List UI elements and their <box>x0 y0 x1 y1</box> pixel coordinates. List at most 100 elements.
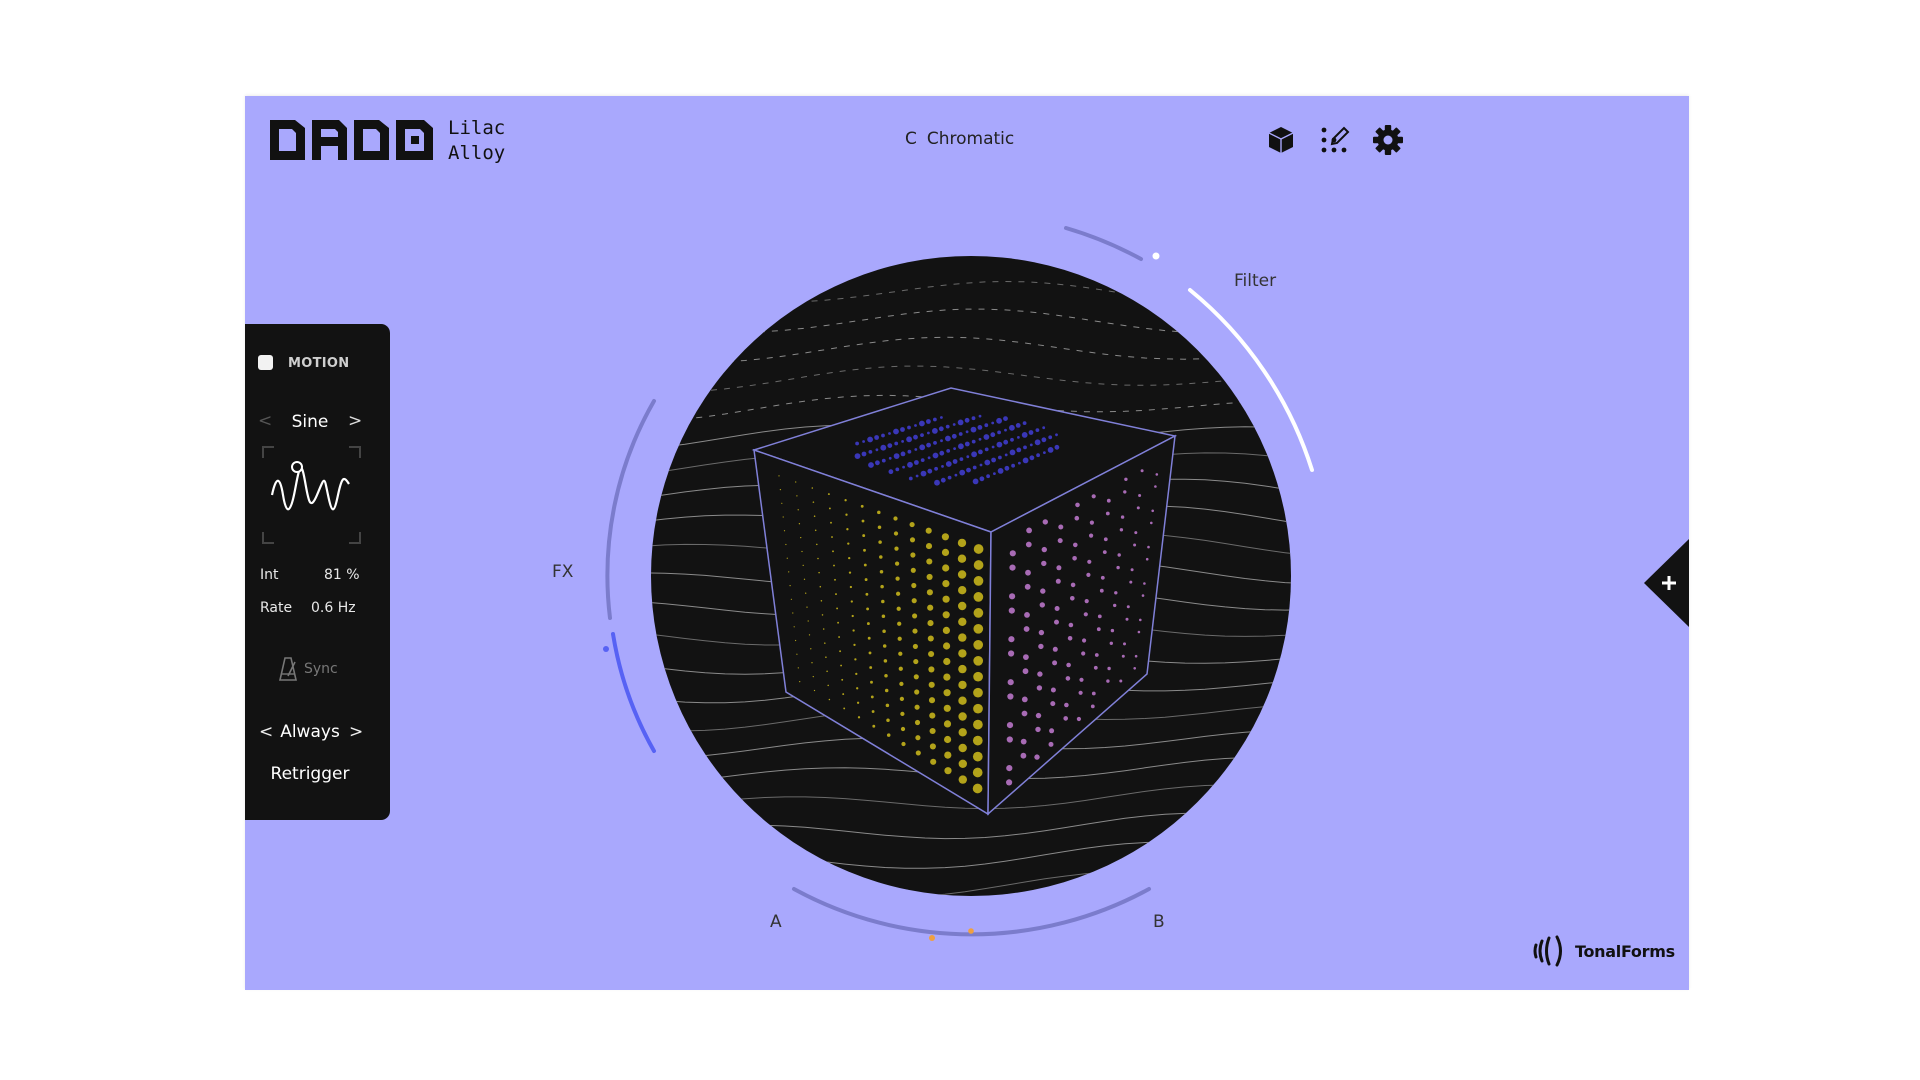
cube-dot <box>860 504 864 508</box>
cube-dot <box>957 419 964 426</box>
ab-marker[interactable] <box>968 928 974 934</box>
cube-dot <box>788 571 790 573</box>
cube-dot <box>1010 437 1014 442</box>
cube-dot <box>914 424 917 427</box>
cube-dot <box>946 449 951 453</box>
cube-dot <box>933 441 937 445</box>
cube-dot <box>844 499 847 502</box>
cube-dot <box>978 437 982 441</box>
cube-dot <box>973 671 983 682</box>
filter-marker[interactable] <box>1152 252 1160 260</box>
cube-dot <box>1040 588 1046 594</box>
cube-dot <box>910 552 916 558</box>
cube-dot <box>827 493 830 496</box>
cube-dot <box>927 431 930 435</box>
cube-dot <box>1093 665 1098 670</box>
cube-dot <box>1070 596 1075 601</box>
cube-dot <box>852 629 855 632</box>
cube-dot <box>952 423 956 426</box>
cube-dot <box>816 543 818 546</box>
cube-dot <box>869 666 873 669</box>
cube-dot <box>797 509 799 511</box>
cube-dot <box>1086 572 1091 577</box>
cube-dot <box>1054 619 1059 625</box>
cube-dot <box>1103 537 1108 542</box>
cube-dot <box>944 767 952 775</box>
cube-dot <box>897 621 902 626</box>
cube-dot <box>1004 428 1007 432</box>
cube-dot <box>848 556 851 560</box>
cube-dot <box>973 576 984 586</box>
cube-dot <box>1021 696 1028 703</box>
cube-dot <box>847 542 850 545</box>
brand-name: TonalForms <box>1575 941 1675 961</box>
cube-dot <box>1023 654 1029 660</box>
fx-marker[interactable] <box>603 646 609 652</box>
cube-dot <box>1076 716 1081 722</box>
cube-dot <box>1003 416 1008 421</box>
cube-dot <box>915 735 921 741</box>
cube-dot <box>1089 520 1094 525</box>
cube-dot <box>973 639 984 650</box>
cube-dot <box>1072 556 1077 561</box>
cube-dot <box>884 673 888 678</box>
cube-dot <box>1052 660 1058 666</box>
cube-dot <box>812 675 814 678</box>
cube-dot <box>919 444 926 451</box>
cube-dot <box>920 470 927 477</box>
cube-dot <box>1124 477 1128 481</box>
cube-dot <box>807 620 809 622</box>
cube-dot <box>1123 642 1126 646</box>
cube-dot <box>863 563 867 567</box>
ab-control[interactable] <box>792 887 1151 941</box>
cube-dot <box>1081 651 1086 656</box>
cube-dot <box>893 531 899 536</box>
cube-dot <box>881 458 886 463</box>
fx-control[interactable] <box>603 399 656 753</box>
cube-dot <box>1024 612 1030 618</box>
cube-dot <box>1055 578 1061 584</box>
cube-dot <box>911 598 917 604</box>
cube-dot <box>907 449 912 454</box>
ab-marker-alt[interactable] <box>929 935 935 941</box>
cube-dot <box>972 767 983 778</box>
cube-dot <box>1017 436 1020 439</box>
cube-dot <box>927 456 931 460</box>
cube-dot <box>1006 736 1013 743</box>
cube-dot <box>942 580 950 588</box>
cube-dot <box>958 617 967 626</box>
cube-dot <box>894 441 899 446</box>
cube-dot <box>927 468 933 474</box>
cube-dot <box>1087 559 1092 564</box>
cube-dot <box>1141 594 1145 597</box>
cube-dot <box>928 666 935 673</box>
cube-dot <box>865 592 869 596</box>
cube-dot <box>977 425 983 430</box>
cube-dot <box>934 479 940 486</box>
cube-dot <box>870 695 874 699</box>
cube-dot <box>861 519 865 523</box>
cube-dot <box>881 599 885 604</box>
cube-dot <box>983 434 990 440</box>
cube-dot <box>911 582 917 589</box>
cube-dot <box>1063 716 1068 721</box>
cube-dot <box>953 447 956 450</box>
cube-dot <box>1065 676 1071 681</box>
cube-dot <box>811 662 813 664</box>
cube-dot <box>1121 654 1125 658</box>
cube-dot <box>959 469 966 476</box>
cube-dot <box>896 606 901 611</box>
cube-dot <box>945 424 950 429</box>
cube-dot <box>1084 599 1089 604</box>
cube-dot <box>1133 543 1137 547</box>
cube-dot <box>945 435 951 442</box>
cube-dot <box>801 550 803 553</box>
cube-dot <box>1079 677 1084 682</box>
cube-dot <box>868 462 874 468</box>
add-panel-tab[interactable]: + <box>1644 538 1689 628</box>
cube-dot <box>808 634 811 636</box>
cube-dot <box>973 719 983 730</box>
cube-dot <box>996 441 1003 448</box>
cube-dot <box>803 578 806 580</box>
cube-dot <box>887 443 893 448</box>
